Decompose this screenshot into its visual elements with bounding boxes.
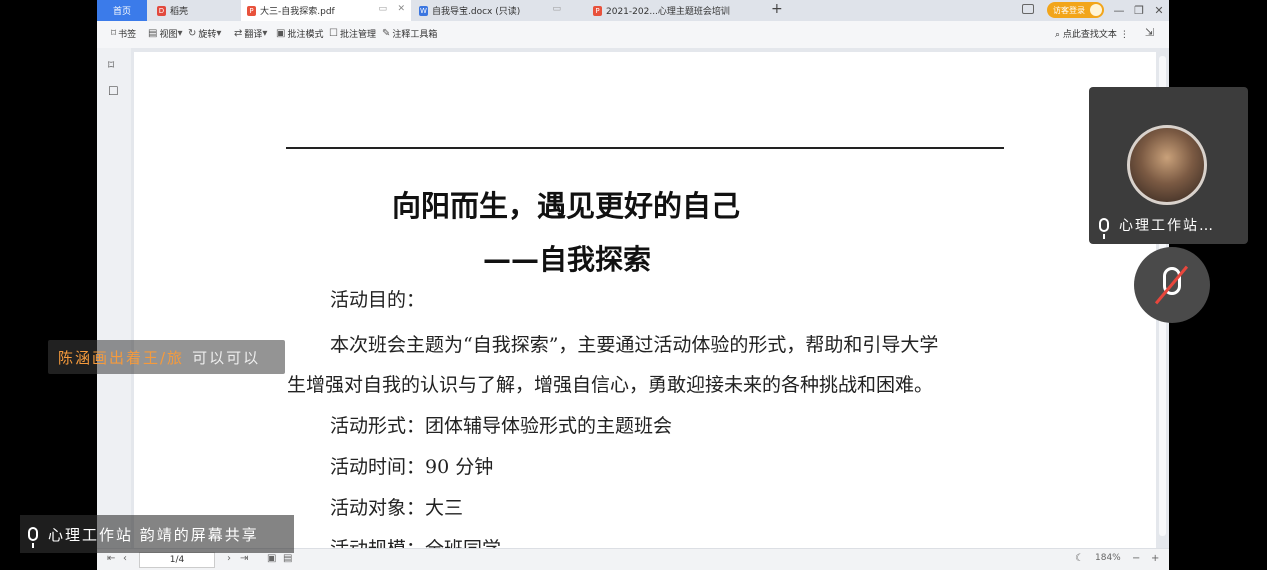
header-rule <box>286 147 1004 149</box>
bookmark-button[interactable]: ⌑ 书签 <box>111 27 136 40</box>
document-subtitle: ——自我探索 <box>483 243 652 276</box>
comment-panel-icon[interactable]: ☐ <box>108 84 119 98</box>
wps-pdf-window: 首页 D 稻壳 P 大三-自我探索.pdf ▭ ✕ W 自我导宝.docx (只… <box>97 0 1169 570</box>
text-line: 活动对象：大三 <box>330 497 464 519</box>
text-line: 活动规模：全班同学 <box>330 534 501 548</box>
tab-pin-icon[interactable]: ▭ <box>378 4 387 14</box>
last-page-icon[interactable]: ⇥ <box>240 553 248 564</box>
microphone-icon <box>1099 218 1109 239</box>
avatar-icon <box>1090 4 1102 16</box>
guest-login-button[interactable]: 访客登录 <box>1047 2 1104 18</box>
toolbar-label: 书签 <box>118 30 137 40</box>
chevron-down-icon: ▾ <box>262 28 268 39</box>
tab-label: 首页 <box>112 7 131 17</box>
pdf-file-icon: P <box>247 5 256 16</box>
restore-button[interactable]: ❐ <box>1129 4 1149 17</box>
ppt-file-icon: P <box>593 5 602 16</box>
word-file-icon: W <box>419 5 428 16</box>
toolbar-label: 视图 <box>159 30 178 40</box>
new-tab-button[interactable]: + <box>771 1 783 17</box>
microphone-icon <box>28 527 38 548</box>
more-icon[interactable]: ⋮ <box>1120 30 1129 40</box>
document-title: 向阳而生，遇见更好的自己 <box>392 189 741 223</box>
zoom-level[interactable]: 184% <box>1095 553 1121 563</box>
minimize-button[interactable]: — <box>1109 4 1129 17</box>
left-sidebar: ⌑ ☐ <box>97 48 131 548</box>
login-label: 访客登录 <box>1053 5 1085 15</box>
tab-active-pdf[interactable]: P 大三-自我探索.pdf ▭ ✕ <box>241 0 411 21</box>
mute-microphone-button[interactable] <box>1134 247 1210 323</box>
annotation-mode-button[interactable]: ▣ 批注模式 <box>276 27 323 40</box>
tab-bar: 首页 D 稻壳 P 大三-自我探索.pdf ▭ ✕ W 自我导宝.docx (只… <box>97 0 1169 21</box>
layout-icon[interactable] <box>1022 4 1034 14</box>
chat-text: 可以可以 <box>192 348 261 367</box>
speaker-video-card[interactable]: 心理工作站… <box>1089 87 1248 244</box>
tab-pin-icon[interactable]: ▭ <box>714 4 723 14</box>
document-viewport[interactable]: 向阳而生，遇见更好的自己 ——自我探索 活动目的： 本次班会主题为“自我探索”，… <box>131 48 1169 548</box>
bookmark-icon: ⌑ <box>111 28 117 39</box>
toolbar-label: 批注模式 <box>287 30 324 40</box>
daoke-icon: D <box>157 5 166 16</box>
tab-label: 稻壳 <box>170 7 189 17</box>
screen-share-bar: 心理工作站 韵靖的屏幕共享 <box>20 515 294 553</box>
text-line: 生增强对自我的认识与了解，增强自信心，勇敢迎接未来的各种挑战和困难。 <box>287 374 934 396</box>
translate-button[interactable]: ⇄ 翻译 ▾ <box>234 27 269 40</box>
toolbar-label: 翻译 <box>244 30 263 40</box>
tab-home[interactable]: 首页 <box>97 0 147 21</box>
annotation-tools-button[interactable]: ✎ 注释工具箱 <box>382 27 437 40</box>
annotation-mode-icon: ▣ <box>276 28 286 39</box>
bookmark-panel-icon[interactable]: ⌑ <box>108 58 114 72</box>
rotate-button[interactable]: ↻ 旋转 ▾ <box>188 27 223 40</box>
search-placeholder: 点此查找文本 <box>1062 30 1117 40</box>
comment-icon: ☐ <box>329 28 338 39</box>
chevron-down-icon: ▾ <box>177 28 183 39</box>
tab-label: 自我导宝.docx (只读) <box>432 7 521 17</box>
prev-page-icon[interactable]: ‹ <box>123 553 127 564</box>
text-line: 活动时间：90 分钟 <box>330 456 494 478</box>
exit-icon[interactable]: ⇲ <box>1145 26 1154 39</box>
double-page-icon[interactable]: ▤ <box>283 553 292 564</box>
tab-label: 大三-自我探索.pdf <box>260 7 335 17</box>
share-label: 心理工作站 韵靖的屏幕共享 <box>48 525 259 544</box>
tab-docx[interactable]: W 自我导宝.docx (只读) ▭ <box>413 0 585 21</box>
find-text-search[interactable]: ⌕ 点此查找文本 ⋮ <box>1055 27 1129 40</box>
tab-daoke[interactable]: D 稻壳 <box>149 0 239 21</box>
first-page-icon[interactable]: ⇤ <box>107 553 115 564</box>
night-mode-icon[interactable]: ☾ <box>1075 553 1084 564</box>
speaker-label: 心理工作站… <box>1099 215 1244 239</box>
translate-icon: ⇄ <box>234 28 243 39</box>
page-number-input[interactable]: 1/4 <box>139 552 215 568</box>
tab-close-icon[interactable]: ✕ <box>397 4 405 14</box>
view-button[interactable]: ▤ 视图 ▾ <box>148 27 185 40</box>
rotate-icon: ↻ <box>188 28 197 39</box>
avatar <box>1127 125 1207 205</box>
text-line: 活动形式：团体辅导体验形式的主题班会 <box>330 415 673 437</box>
toolbar-label: 旋转 <box>198 30 217 40</box>
text-line: 活动目的： <box>330 289 426 311</box>
pdf-page: 向阳而生，遇见更好的自己 ——自我探索 活动目的： 本次班会主题为“自我探索”，… <box>134 52 1156 548</box>
search-icon: ⌕ <box>1055 30 1061 40</box>
tab-label: 2021-202...心理主题班会培训 <box>606 7 730 17</box>
tab-pin-icon[interactable]: ▭ <box>552 4 561 14</box>
window-controls: — ❐ ✕ <box>1109 0 1169 21</box>
toolbox-icon: ✎ <box>382 28 391 39</box>
chat-sender: 陈涵画出着王/旅 <box>58 348 185 367</box>
close-button[interactable]: ✕ <box>1149 4 1169 17</box>
next-page-icon[interactable]: › <box>227 553 231 564</box>
tab-ppt[interactable]: P 2021-202...心理主题班会培训 ▭ <box>587 0 747 21</box>
toolbar: ⌑ 书签 ▤ 视图 ▾ ↻ 旋转 ▾ ⇄ 翻译 ▾ ▣ 批注模式 ☐ 批注管理 ✎ 注释工具箱 ⌕ … <box>97 21 1169 49</box>
chat-message-bubble: 陈涵画出着王/旅 可以可以 <box>48 340 285 374</box>
toolbar-label: 批注管理 <box>339 30 376 40</box>
annotation-manage-button[interactable]: ☐ 批注管理 <box>329 27 376 40</box>
speaker-name: 心理工作站… <box>1119 218 1215 234</box>
zoom-out-icon[interactable]: − <box>1132 553 1140 564</box>
single-page-icon[interactable]: ▣ <box>267 553 276 564</box>
toolbar-label: 注释工具箱 <box>392 30 438 40</box>
zoom-in-icon[interactable]: + <box>1151 553 1159 564</box>
text-line: 本次班会主题为“自我探索”，主要通过活动体验的形式，帮助和引导大学 <box>330 334 939 356</box>
chevron-down-icon: ▾ <box>216 28 222 39</box>
view-icon: ▤ <box>148 28 158 39</box>
